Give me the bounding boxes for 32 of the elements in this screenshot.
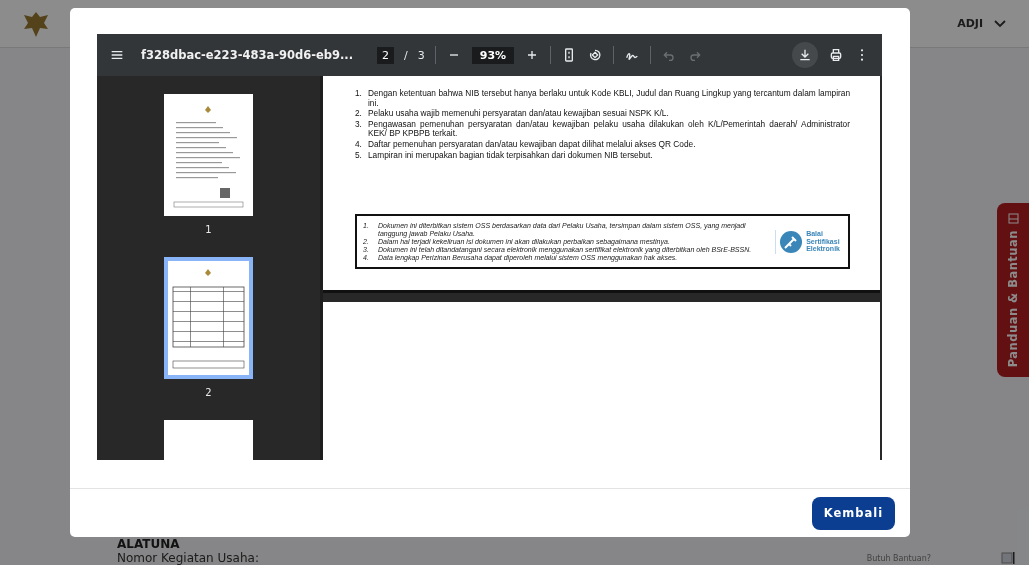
page-number: 1: [205, 224, 212, 235]
field-label: Nomor Kegiatan Usaha:: [117, 551, 259, 565]
page-number: 2: [205, 387, 212, 398]
section-title: ALATUNA: [117, 538, 181, 551]
list-text: Daftar pemenuhan persyaratan dan/atau kewajiban dapat dilihat melalui akses QR Code.: [368, 139, 696, 150]
list-number: 4.: [355, 139, 363, 150]
help-tab[interactable]: Panduan & Bantuan: [997, 203, 1029, 377]
list-number: 5.: [355, 150, 363, 161]
page-number-field[interactable]: 2: [377, 46, 395, 64]
page-thumbnail[interactable]: [164, 94, 253, 216]
list-text: Dengan ketentuan bahwa NIB tersebut hanya berlaku untuk Kode KBLI, Judul dan Ruang Lingkup yang tercantum dalam lampiran ini.: [368, 89, 850, 109]
chevron-down-icon[interactable]: [993, 18, 1007, 29]
list-text: Pelaku usaha wajib memenuhi persyaratan dan/atau kewajiban sesuai NSPK K/L.: [368, 109, 669, 119]
file-name: f328dbac-e223-483a-90d6-eb9...: [141, 48, 354, 62]
zoom-field[interactable]: 93%: [471, 46, 515, 64]
user-name[interactable]: ADJI: [957, 17, 983, 30]
broken-image-icon: [1001, 552, 1015, 564]
download-icon: [797, 47, 813, 63]
back-button[interactable]: Kembali: [812, 496, 895, 530]
list-number: 2.: [355, 109, 363, 119]
download-button[interactable]: [792, 42, 818, 68]
list-number: 1.: [355, 89, 363, 100]
list-number: 3.: [355, 119, 363, 131]
list-text: Pengawasan pemenuhan persyaratan dan/atau kewajiban pelaku usaha dilakukan oleh K/L/Pemerintah daerah/ Administrator KEK/ BP KPBPB terkait.: [368, 119, 850, 139]
rotate-icon[interactable]: [587, 47, 604, 63]
page-separator: /: [404, 48, 408, 62]
seal-logo-icon: [779, 229, 804, 254]
page-total: 3: [417, 48, 425, 62]
help-text: Butuh Bantuan?: [866, 553, 931, 563]
page-thumbnail[interactable]: [164, 257, 253, 379]
print-icon[interactable]: [828, 47, 844, 63]
list-text: Lampiran ini merupakan bagian tidak terpisahkan dari dokumen NIB tersebut.: [368, 150, 653, 161]
